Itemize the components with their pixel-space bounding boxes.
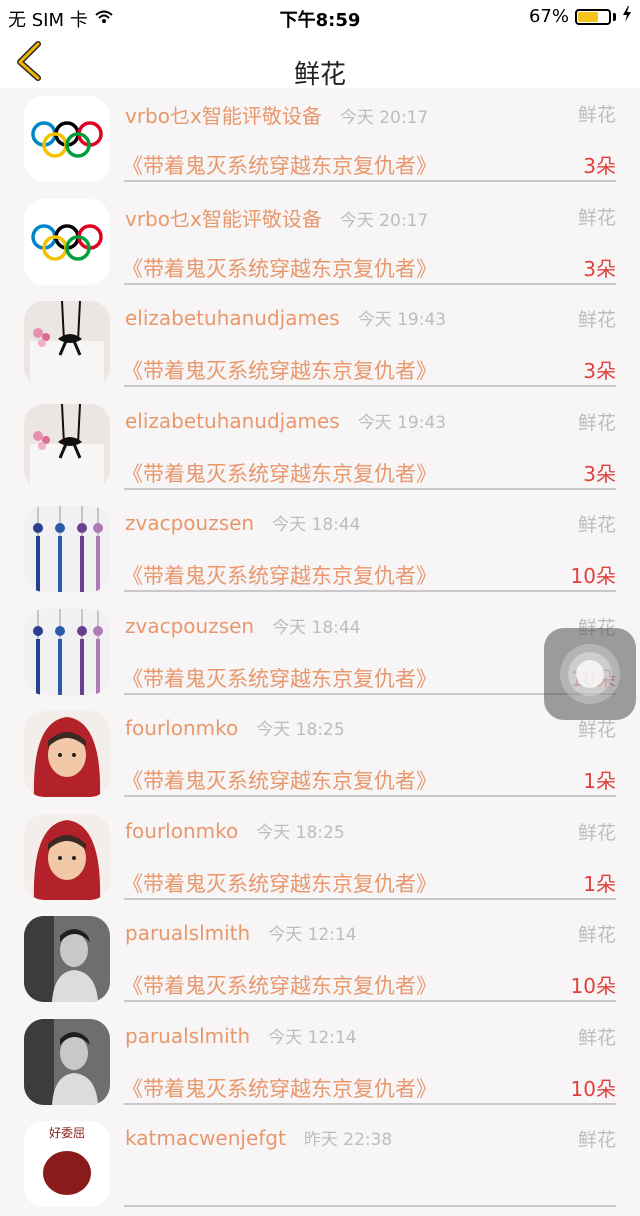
flower-count: 10朵 [570, 974, 616, 998]
divider [124, 590, 616, 592]
user-name: fourlonmko 今天 18:25 [125, 818, 345, 843]
user-name: vrbo乜x智能评敬设备 今天 20:17 [125, 206, 429, 231]
book-title[interactable]: 《带着鬼灭系统穿越东京复仇者》 [122, 560, 437, 590]
gift-type: 鲜花 [577, 924, 616, 946]
user-name: parualslmith 今天 12:14 [125, 921, 357, 945]
timestamp: 今天 12:14 [268, 1027, 357, 1048]
flower-count: 1朵 [583, 871, 616, 896]
timestamp: 今天 12:14 [268, 925, 357, 945]
divider [124, 487, 616, 490]
avatar[interactable]: 好委屈 [24, 1121, 110, 1207]
nav-bar: 鲜花 [0, 32, 640, 90]
assistive-touch-button[interactable] [544, 628, 636, 720]
timestamp: 今天 18:25 [256, 720, 345, 740]
book-title[interactable]: 《带着鬼灭系统穿越东京复仇者》 [122, 458, 437, 488]
timestamp: 今天 20:17 [339, 210, 429, 231]
divider [124, 692, 616, 695]
divider [124, 282, 616, 285]
timestamp: 今天 19:43 [357, 310, 447, 330]
timestamp: 今天 18:44 [272, 617, 361, 638]
book-title[interactable]: 《带着鬼灭系统穿越东京复仇者》 [122, 1073, 437, 1103]
timestamp: 今天 20:17 [339, 108, 429, 128]
user-name: zvacpouzsen 今天 18:44 [125, 511, 361, 535]
avatar[interactable] [24, 1018, 110, 1105]
flower-count: 3朵 [583, 154, 616, 178]
user-name: fourlonmko 今天 18:25 [125, 716, 345, 740]
timestamp: 今天 19:43 [357, 412, 447, 433]
gift-type: 鲜花 [577, 821, 616, 844]
avatar[interactable] [24, 608, 110, 695]
list-item[interactable]: 好委屈 katmacwenjefgt 昨天 22:38 鲜花 [0, 1113, 640, 1216]
avatar[interactable] [24, 506, 110, 592]
avatar[interactable] [24, 198, 110, 285]
user-name: zvacpouzsen 今天 18:44 [125, 613, 361, 638]
avatar[interactable] [24, 813, 110, 900]
avatar[interactable] [24, 916, 110, 1002]
divider [124, 1102, 616, 1105]
book-title[interactable]: 《带着鬼灭系统穿越东京复仇者》 [122, 765, 437, 795]
divider [124, 385, 616, 387]
list-item[interactable]: zvacpouzsen今天 18:44 鲜花《带着鬼灭系统穿越东京复仇者》 10朵 [0, 498, 640, 601]
user-name: elizabetuhanudjames 今天 19:43 [125, 306, 447, 330]
avatar[interactable] [24, 711, 110, 797]
user-name: parualslmith 今天 12:14 [125, 1023, 357, 1048]
charging-icon [622, 6, 632, 27]
list-item[interactable]: fourlonmko 今天 18:25 鲜花《带着鬼灭系统穿越东京复仇者》 1朵 [0, 806, 640, 909]
flower-count: 3朵 [583, 256, 616, 281]
flower-count: 10朵 [570, 564, 616, 588]
book-title[interactable]: 《带着鬼灭系统穿越东京复仇者》 [122, 355, 437, 385]
book-title[interactable]: 《带着鬼灭系统穿越东京复仇者》 [122, 663, 437, 693]
avatar[interactable] [24, 403, 110, 490]
gift-type: 鲜花 [577, 104, 616, 126]
battery-icon [575, 8, 611, 25]
book-title[interactable]: 《带着鬼灭系统穿越东京复仇者》 [122, 150, 437, 180]
flower-count: 10朵 [570, 1076, 616, 1101]
gift-type: 鲜花 [577, 1026, 616, 1049]
user-name: elizabetuhanudjames 今天 19:43 [125, 408, 447, 433]
flower-count: 3朵 [583, 461, 616, 486]
battery-group: 67% [529, 6, 632, 27]
list-item[interactable]: parualslmith 今天 12:14 鲜花《带着鬼灭系统穿越东京复仇者》 10朵 [0, 1011, 640, 1114]
battery-cap [613, 12, 616, 21]
list-item[interactable]: elizabetuhanudjames 今天 19:43 鲜花《带着鬼灭系统穿越东京… [0, 396, 640, 499]
book-title[interactable]: 《带着鬼灭系统穿越东京复仇者》 [122, 970, 437, 1000]
timestamp: 昨天 22:38 [303, 1130, 393, 1150]
list-item[interactable]: fourlonmko 今天 18:25 鲜花 《带着鬼灭系统穿越东京复仇者》 1朵 [0, 703, 640, 806]
avatar[interactable] [24, 96, 110, 182]
gift-type: 鲜花 [577, 309, 616, 331]
gift-type: 鲜花 [577, 206, 616, 229]
book-title[interactable]: 《带着鬼灭系统穿越东京复仇者》 [122, 868, 437, 898]
flower-count: 3朵 [583, 359, 616, 383]
gift-type: 鲜花 [577, 1129, 616, 1151]
user-name: vrbo乜x智能评敬设备 今天 20:17 [125, 104, 429, 128]
avatar[interactable] [24, 301, 110, 387]
divider [124, 180, 616, 182]
list-item[interactable]: vrbo乜x智能评敬设备 今天 20:17 鲜花《带着鬼灭系统穿越东京复仇者》 3朵 [0, 88, 640, 191]
page-title: 鲜花 [293, 60, 346, 90]
flower-count: 1朵 [583, 769, 616, 793]
status-bar: 无 SIM 卡 下午8:59 67% [0, 0, 640, 32]
divider [124, 1000, 616, 1002]
gift-type: 鲜花 [577, 411, 616, 434]
divider [124, 1205, 616, 1207]
list-item[interactable]: parualslmith 今天 12:14 鲜花《带着鬼灭系统穿越东京复仇者》 10朵 [0, 908, 640, 1011]
gift-type: 鲜花 [577, 514, 616, 536]
book-title[interactable]: 《带着鬼灭系统穿越东京复仇者》 [122, 253, 437, 283]
timestamp: 今天 18:25 [256, 822, 345, 843]
list-item[interactable]: vrbo乜x智能评敬设备 今天 20:17 鲜花《带着鬼灭系统穿越东京复仇者》 3朵 [0, 191, 640, 294]
divider [124, 897, 616, 900]
battery-percent: 67% [528, 6, 569, 27]
divider [124, 795, 616, 797]
list-item[interactable]: elizabetuhanudjames 今天 19:43 鲜花《带着鬼灭系统穿越东京… [0, 293, 640, 396]
timestamp: 今天 18:44 [272, 515, 361, 535]
